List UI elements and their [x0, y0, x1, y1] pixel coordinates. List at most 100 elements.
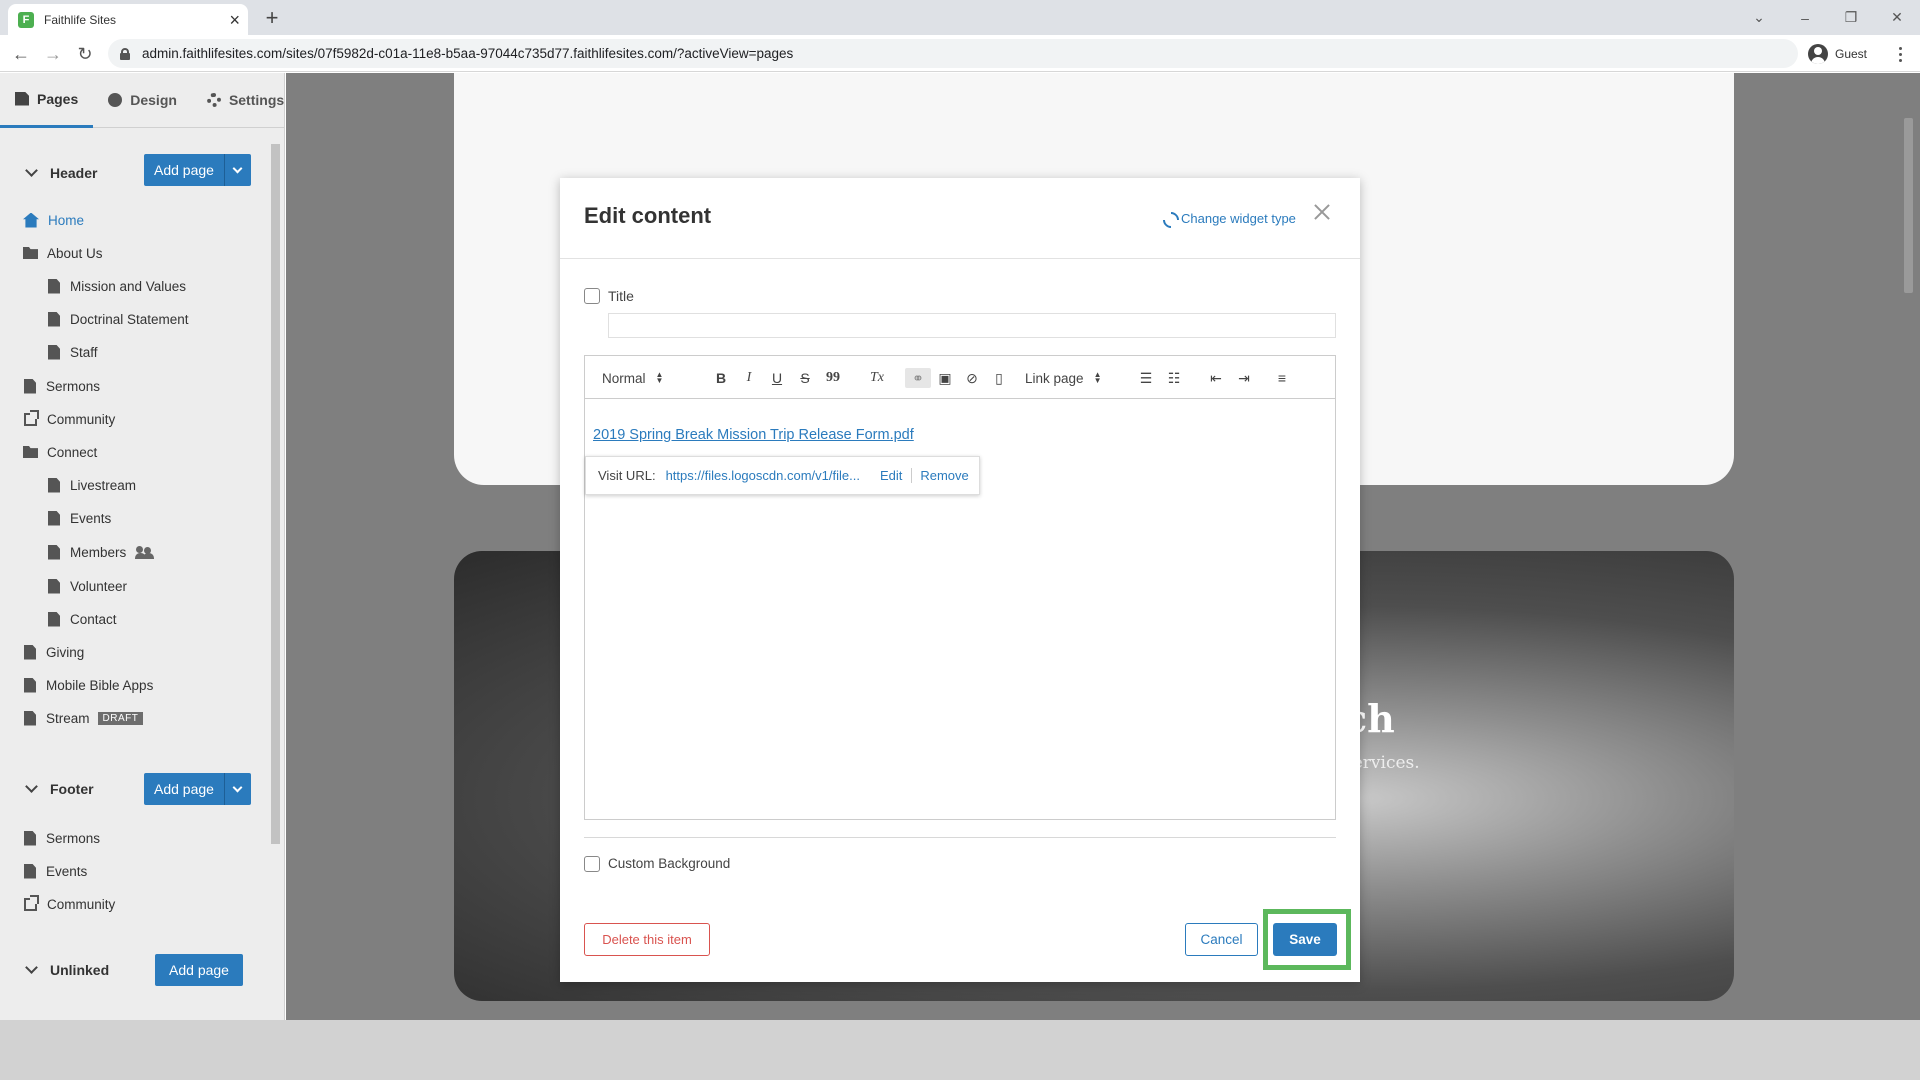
- chevron-down-icon: [25, 164, 38, 177]
- sidebar-item-footer-community[interactable]: Community: [24, 893, 115, 915]
- sidebar-item-footer-sermons[interactable]: Sermons: [24, 827, 100, 849]
- sidebar-item-label: Stream: [46, 710, 90, 726]
- close-tab-icon[interactable]: ×: [229, 11, 240, 29]
- title-checkbox[interactable]: [584, 288, 600, 304]
- browser-tab[interactable]: F Faithlife Sites ×: [8, 4, 248, 35]
- footer-add-page-button[interactable]: Add page: [144, 773, 251, 805]
- sidebar-item-label: Home: [48, 212, 85, 228]
- outdent-icon[interactable]: ⇤: [1206, 368, 1226, 388]
- reload-icon[interactable]: ↻: [72, 41, 98, 67]
- tab-pages[interactable]: Pages: [0, 73, 94, 128]
- align-icon[interactable]: ≡: [1272, 368, 1292, 388]
- tab-pages-label: Pages: [37, 90, 79, 107]
- address-bar[interactable]: admin.faithlifesites.com/sites/07f5982d-…: [108, 39, 1798, 68]
- unlinked-section-title: Unlinked: [50, 962, 110, 978]
- page-icon: [48, 278, 60, 294]
- custom-background-checkbox[interactable]: [584, 856, 600, 872]
- sidebar-item-about-us[interactable]: About Us: [23, 242, 103, 264]
- sidebar-item-members[interactable]: Members: [48, 541, 154, 563]
- sidebar-item-livestream[interactable]: Livestream: [48, 474, 136, 496]
- tab-search-icon[interactable]: ⌄: [1736, 0, 1782, 35]
- sidebar-item-giving[interactable]: Giving: [24, 641, 84, 663]
- chevron-down-icon: [233, 163, 243, 173]
- window-controls: ⌄ – ❐ ✕: [1736, 0, 1920, 35]
- close-icon[interactable]: [1312, 202, 1332, 222]
- preview-scroll-thumb[interactable]: [1904, 118, 1913, 293]
- cancel-button[interactable]: Cancel: [1185, 923, 1258, 956]
- select-arrows-icon: ▲ ▼: [1093, 370, 1102, 385]
- pdf-link[interactable]: 2019 Spring Break Mission Trip Release F…: [593, 427, 914, 443]
- visit-url-link[interactable]: https://files.logoscdn.com/v1/file...: [666, 468, 860, 483]
- title-input[interactable]: [608, 313, 1336, 338]
- indent-icon[interactable]: ⇥: [1234, 368, 1254, 388]
- page-icon: [24, 378, 36, 394]
- sidebar-item-mobile-bible-apps[interactable]: Mobile Bible Apps: [24, 674, 153, 696]
- sidebar-item-mission-and-values[interactable]: Mission and Values: [48, 275, 186, 297]
- link-page-select-value: Link page: [1025, 370, 1084, 386]
- editor-content-area[interactable]: 2019 Spring Break Mission Trip Release F…: [585, 399, 1335, 819]
- edit-link-button[interactable]: Edit: [880, 468, 913, 483]
- page-icon: [48, 344, 60, 360]
- image-icon[interactable]: ▣: [936, 368, 954, 388]
- edit-content-dialog: Edit content Change widget type Title No…: [560, 178, 1360, 982]
- format-select[interactable]: Normal ▲ ▼: [602, 368, 663, 388]
- ordered-list-icon[interactable]: ☰: [1136, 368, 1156, 388]
- minimize-icon[interactable]: –: [1782, 0, 1828, 35]
- sidebar-item-events[interactable]: Events: [48, 507, 111, 529]
- add-page-dropdown-button[interactable]: [223, 154, 251, 186]
- forward-icon[interactable]: →: [40, 41, 66, 67]
- page-icon: [24, 677, 36, 693]
- chevron-down-icon: [25, 961, 38, 974]
- page-icon: [48, 544, 60, 560]
- italic-button[interactable]: I: [741, 368, 757, 388]
- sidebar-item-connect[interactable]: Connect: [23, 441, 97, 463]
- sidebar-item-staff[interactable]: Staff: [48, 341, 98, 363]
- link-page-select[interactable]: Link page ▲ ▼: [1025, 368, 1101, 388]
- clear-format-button[interactable]: Tx: [867, 368, 887, 388]
- header-add-page-button[interactable]: Add page: [144, 154, 251, 186]
- underline-button[interactable]: U: [769, 368, 785, 388]
- sidebar-item-volunteer[interactable]: Volunteer: [48, 575, 127, 597]
- page-icon: [48, 510, 60, 526]
- unlinked-add-page-button[interactable]: Add page: [155, 954, 243, 986]
- window-bottom-strip: [0, 1020, 1920, 1080]
- strikethrough-button[interactable]: S: [797, 368, 813, 388]
- browser-menu-icon[interactable]: [1892, 41, 1908, 67]
- sidebar-item-community[interactable]: Community: [24, 408, 115, 430]
- sidebar-item-doctrinal-statement[interactable]: Doctrinal Statement: [48, 308, 189, 330]
- header-section-title: Header: [50, 165, 98, 181]
- blockquote-button[interactable]: 99: [824, 368, 842, 388]
- remove-link-button[interactable]: Remove: [920, 468, 968, 483]
- sidebar-item-contact[interactable]: Contact: [48, 608, 117, 630]
- sidebar-item-stream[interactable]: Stream DRAFT: [24, 707, 144, 729]
- tab-settings[interactable]: Settings: [192, 73, 284, 128]
- file-icon[interactable]: ▯: [990, 368, 1008, 388]
- bullet-list-icon[interactable]: ☷: [1164, 368, 1184, 388]
- sidebar-item-sermons[interactable]: Sermons: [24, 375, 100, 397]
- sidebar-scrollbar[interactable]: [269, 129, 283, 1020]
- home-icon: [23, 212, 39, 228]
- sidebar-item-footer-events[interactable]: Events: [24, 860, 87, 882]
- close-window-icon[interactable]: ✕: [1874, 0, 1920, 35]
- new-tab-button[interactable]: +: [258, 4, 286, 32]
- add-page-dropdown-button[interactable]: [223, 773, 251, 805]
- sidebar-item-home[interactable]: Home: [23, 209, 84, 231]
- link-icon[interactable]: ⚭: [905, 368, 931, 388]
- change-widget-type-link[interactable]: Change widget type: [1161, 210, 1296, 226]
- profile-button[interactable]: Guest: [1808, 40, 1867, 67]
- back-icon[interactable]: ←: [8, 41, 34, 67]
- preview-scrollbar[interactable]: [1898, 73, 1920, 1020]
- rich-text-editor: Normal ▲ ▼ B I U S 99 Tx ⚭ ▣ ⊘ ▯ Link pag…: [584, 355, 1336, 820]
- sidebar-item-label: Contact: [70, 611, 117, 627]
- sidebar-item-label: Events: [46, 863, 88, 879]
- sidebar-item-label: Staff: [70, 344, 98, 360]
- restore-icon[interactable]: ❐: [1828, 0, 1874, 35]
- dialog-title: Edit content: [584, 203, 712, 228]
- sidebar-scroll-thumb[interactable]: [271, 144, 280, 844]
- save-button[interactable]: Save: [1273, 923, 1337, 956]
- tab-design[interactable]: Design: [93, 73, 192, 128]
- bold-button[interactable]: B: [713, 368, 729, 388]
- attachment-icon[interactable]: ⊘: [963, 368, 981, 388]
- page-icon: [48, 578, 60, 594]
- delete-item-button[interactable]: Delete this item: [584, 923, 710, 956]
